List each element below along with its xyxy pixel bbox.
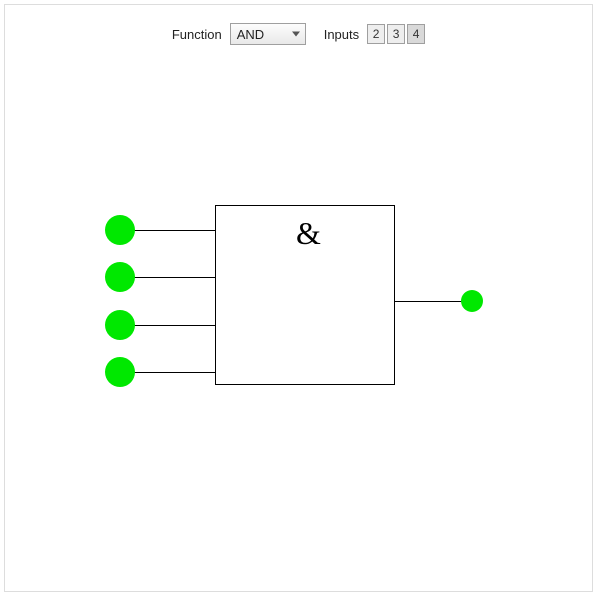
app-frame: Function AND Inputs 2 3 4 & bbox=[0, 0, 597, 596]
gate-symbol: & bbox=[296, 217, 321, 249]
input-node[interactable] bbox=[105, 310, 135, 340]
inputs-option-2[interactable]: 2 bbox=[367, 24, 385, 44]
function-select-value: AND bbox=[237, 27, 264, 42]
toolbar: Function AND Inputs 2 3 4 bbox=[5, 23, 592, 45]
inputs-label: Inputs bbox=[324, 27, 359, 42]
chevron-down-icon bbox=[292, 32, 300, 37]
function-select[interactable]: AND bbox=[230, 23, 306, 45]
input-node[interactable] bbox=[105, 262, 135, 292]
panel: Function AND Inputs 2 3 4 & bbox=[4, 4, 593, 592]
input-node[interactable] bbox=[105, 357, 135, 387]
inputs-option-4[interactable]: 4 bbox=[407, 24, 425, 44]
inputs-option-3[interactable]: 3 bbox=[387, 24, 405, 44]
input-node[interactable] bbox=[105, 215, 135, 245]
inputs-segment: 2 3 4 bbox=[367, 24, 425, 44]
diagram-canvas: & bbox=[5, 55, 592, 591]
output-node[interactable] bbox=[461, 290, 483, 312]
function-label: Function bbox=[172, 27, 222, 42]
